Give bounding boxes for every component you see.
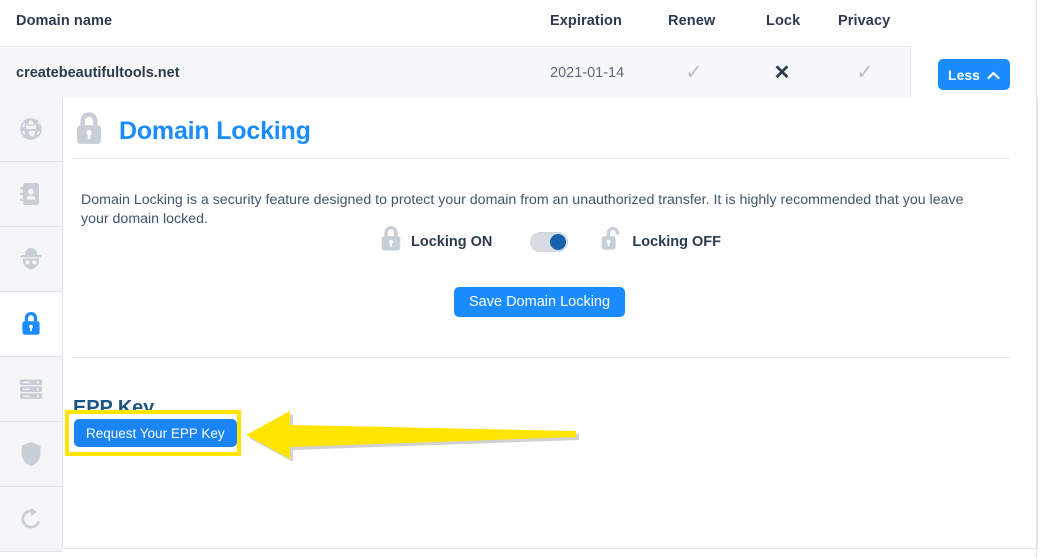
cell-domain-name: createbeautifultools.net bbox=[16, 47, 180, 99]
lock-description-text: Domain Locking is a security feature des… bbox=[81, 191, 967, 229]
chevron-up-icon bbox=[987, 67, 1000, 83]
section-header: Domain Locking bbox=[73, 111, 311, 152]
sidebar bbox=[0, 97, 63, 548]
refresh-icon bbox=[18, 506, 44, 532]
column-header-privacy: Privacy bbox=[838, 13, 890, 29]
annotation-arrow-icon bbox=[246, 407, 582, 461]
column-header-expiration: Expiration bbox=[550, 13, 622, 29]
sidebar-item-globe[interactable] bbox=[0, 97, 62, 162]
less-button-label: Less bbox=[948, 67, 980, 83]
locking-off-group: Locking OFF bbox=[600, 225, 721, 258]
server-icon bbox=[18, 378, 44, 400]
locking-on-group: Locking ON bbox=[379, 225, 492, 258]
save-domain-locking-button[interactable]: Save Domain Locking bbox=[454, 287, 625, 317]
sidebar-item-whois-privacy[interactable] bbox=[0, 227, 62, 292]
sidebar-item-contacts[interactable] bbox=[0, 162, 62, 227]
table-row[interactable]: createbeautifultools.net 2021-01-14 ✓ ✕ … bbox=[0, 46, 911, 100]
domain-lock-toggle[interactable] bbox=[530, 232, 568, 252]
column-header-domain: Domain name bbox=[16, 13, 112, 29]
sidebar-item-dns[interactable] bbox=[0, 357, 62, 422]
page-title: Domain Locking bbox=[119, 117, 311, 146]
privacy-check-icon: ✓ bbox=[845, 47, 885, 99]
column-header-lock: Lock bbox=[766, 13, 800, 29]
divider-top bbox=[73, 158, 1010, 159]
sidebar-item-domain-locking[interactable] bbox=[0, 292, 62, 357]
table-header-row: Domain name Expiration Renew Lock Privac… bbox=[0, 0, 1047, 46]
lock-icon bbox=[73, 111, 105, 152]
request-epp-key-button[interactable]: Request Your EPP Key bbox=[74, 419, 237, 447]
main-panel: Domain Locking Domain Locking is a secur… bbox=[63, 97, 1038, 549]
sidebar-item-security[interactable] bbox=[0, 422, 62, 487]
domain-table: Domain name Expiration Renew Lock Privac… bbox=[0, 0, 1047, 100]
right-border-rule bbox=[1036, 0, 1037, 558]
locking-off-label: Locking OFF bbox=[632, 234, 721, 250]
spy-icon bbox=[18, 247, 44, 271]
lock-closed-icon bbox=[379, 225, 403, 258]
less-toggle-button[interactable]: Less bbox=[938, 59, 1010, 90]
address-book-icon bbox=[19, 181, 43, 207]
divider-middle bbox=[73, 357, 1010, 358]
lock-cross-icon: ✕ bbox=[762, 47, 802, 99]
locking-on-label: Locking ON bbox=[411, 234, 492, 250]
cell-expiration: 2021-01-14 bbox=[550, 47, 624, 99]
globe-icon bbox=[18, 116, 44, 142]
shield-icon bbox=[19, 441, 43, 467]
lock-open-icon bbox=[600, 225, 624, 258]
locking-toggle-row: Locking ON Locking OFF bbox=[63, 225, 1037, 258]
renew-check-icon: ✓ bbox=[674, 47, 714, 99]
sidebar-item-renew[interactable] bbox=[0, 487, 62, 552]
column-header-renew: Renew bbox=[668, 13, 715, 29]
lock-icon bbox=[20, 311, 42, 337]
